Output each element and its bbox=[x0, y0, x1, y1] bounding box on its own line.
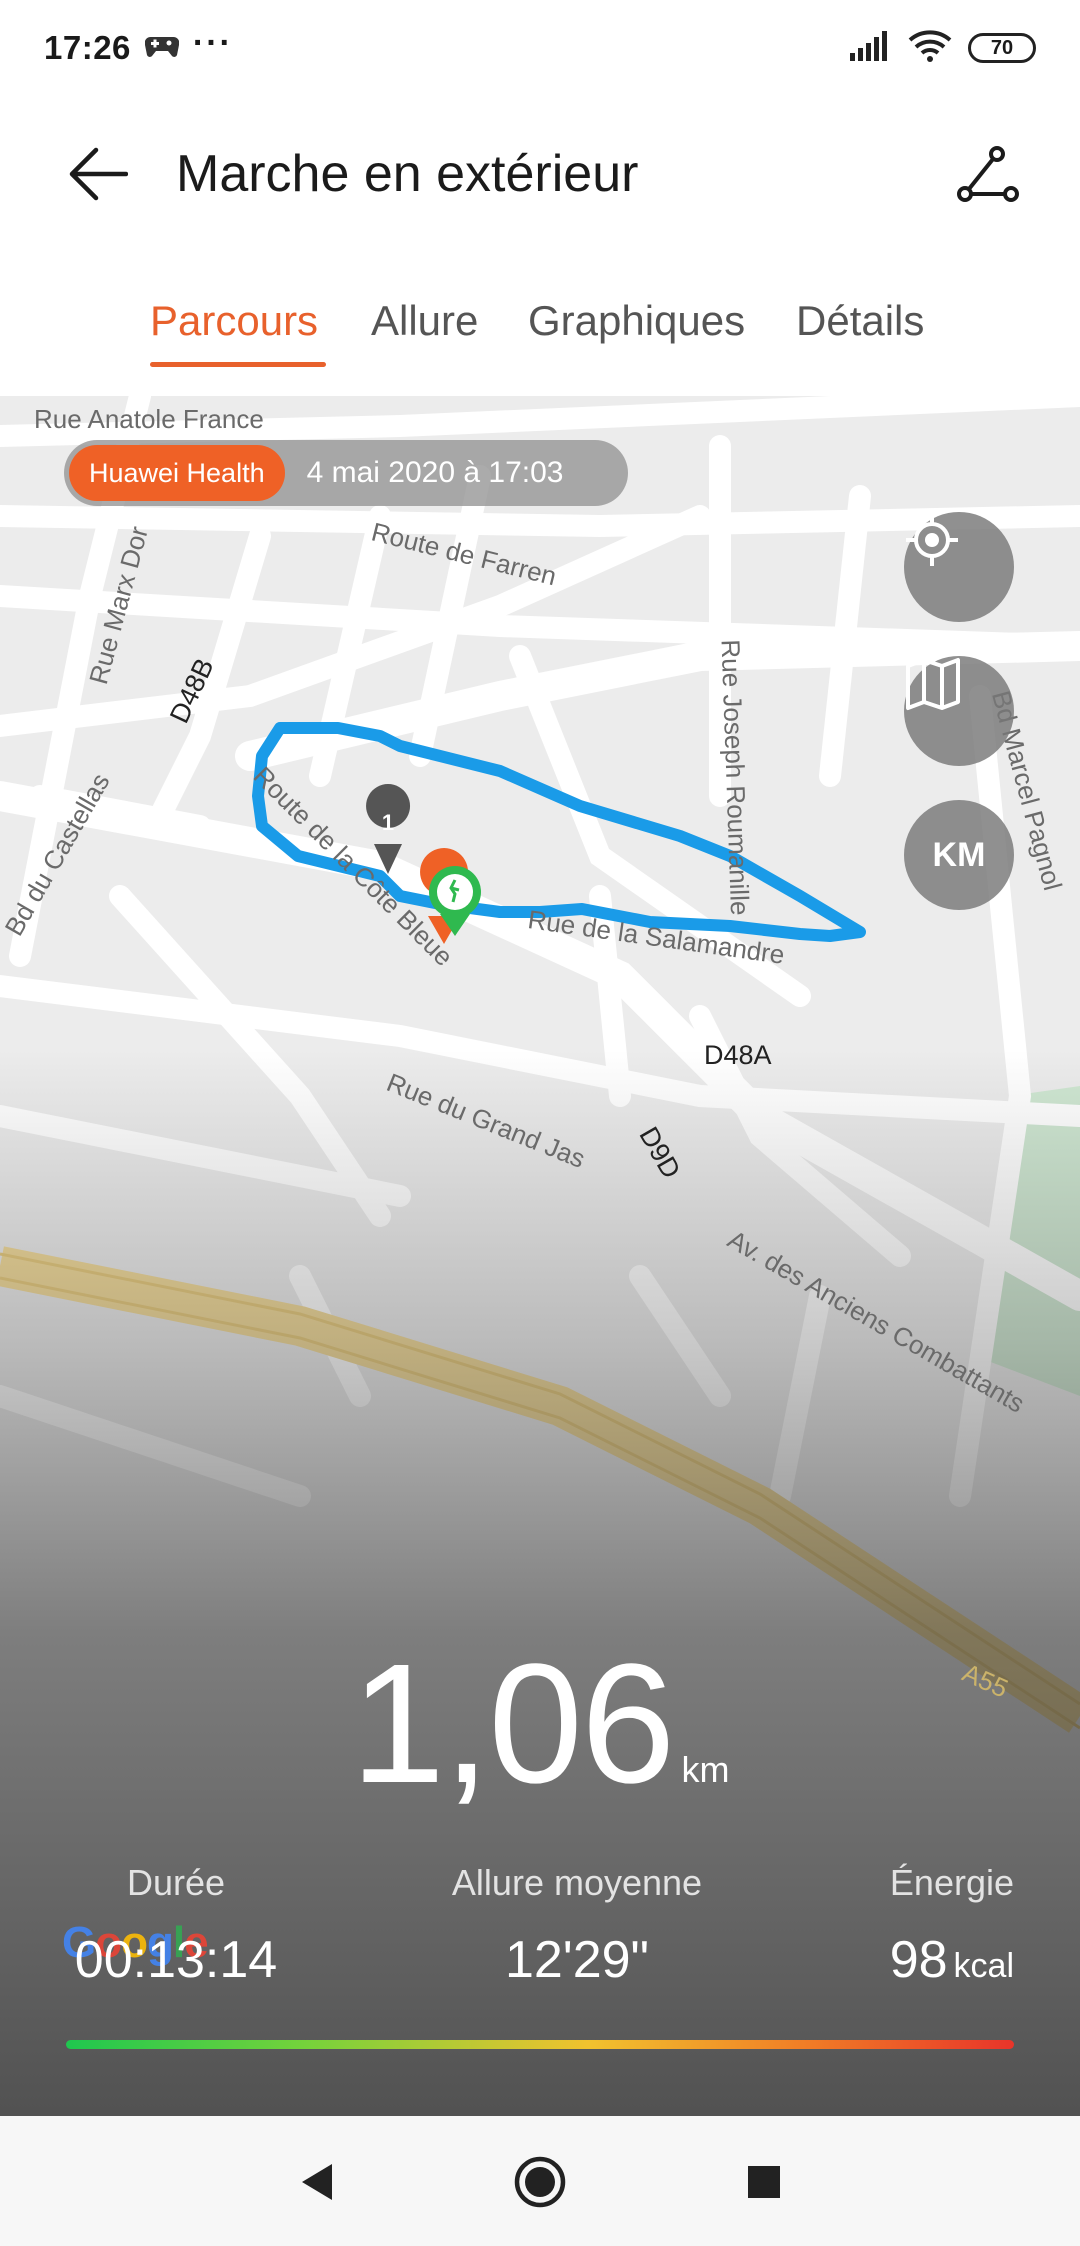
energy-unit: kcal bbox=[953, 1947, 1014, 1985]
triangle-back-icon bbox=[302, 2164, 332, 2200]
duration-label: Durée bbox=[126, 1862, 226, 1903]
distance-display: 1,06 km bbox=[0, 1626, 1080, 1822]
more-notifications-icon: ··· bbox=[192, 23, 233, 62]
circle-home-icon bbox=[514, 2156, 566, 2208]
tab-allure[interactable]: Allure bbox=[371, 286, 478, 356]
duration-value: 00:13:14 bbox=[74, 1931, 278, 1989]
arrow-left-icon bbox=[69, 147, 128, 201]
km-marker-number: 1 bbox=[381, 810, 395, 835]
street-label: Rue Anatole France bbox=[34, 404, 264, 434]
workout-date: 4 mai 2020 à 17:03 bbox=[306, 456, 564, 489]
pace-value: 12'29" bbox=[504, 1931, 650, 1989]
map-base bbox=[0, 396, 1080, 2116]
tab-details[interactable]: Détails bbox=[796, 286, 924, 356]
energy-value-row: 98 kcal bbox=[820, 1930, 1014, 1990]
signal-icon bbox=[850, 30, 892, 66]
tab-active-indicator bbox=[150, 362, 326, 367]
tab-graphiques[interactable]: Graphiques bbox=[528, 286, 745, 356]
source-tag: Huawei Health bbox=[69, 445, 285, 501]
map-icon bbox=[906, 658, 960, 710]
pace-color-bar bbox=[66, 2040, 1014, 2049]
units-km-button[interactable]: KM bbox=[904, 800, 1014, 910]
page-title: Marche en extérieur bbox=[176, 145, 639, 203]
battery-icon: 70 bbox=[968, 33, 1036, 63]
nav-home-button[interactable] bbox=[510, 2152, 570, 2212]
wifi-icon bbox=[908, 29, 952, 67]
route-icon bbox=[957, 146, 1019, 202]
pace-label: Allure moyenne bbox=[451, 1862, 703, 1903]
crosshair-icon bbox=[906, 514, 958, 566]
status-time: 17:26 bbox=[44, 29, 131, 66]
map-type-button[interactable] bbox=[904, 656, 1014, 766]
game-controller-icon bbox=[144, 33, 180, 64]
route-map[interactable]: Rue Anatole France Route de Farren Rue M… bbox=[0, 396, 1080, 2116]
square-recents-icon bbox=[748, 2166, 780, 2198]
source-date-pill: Huawei Health 4 mai 2020 à 17:03 bbox=[64, 440, 628, 506]
stat-duration-block: Durée 00:13:14 bbox=[66, 1862, 286, 1990]
stat-pace-block: Allure moyenne 12'29" bbox=[400, 1862, 754, 1990]
stat-energy-block: Énergie 98 kcal bbox=[820, 1862, 1014, 1990]
tab-bar: Parcours Allure Graphiques Détails bbox=[0, 286, 1080, 386]
locate-button[interactable] bbox=[904, 512, 1014, 622]
nav-back-button[interactable] bbox=[286, 2152, 346, 2212]
system-nav-bar bbox=[0, 2116, 1080, 2246]
back-button[interactable] bbox=[58, 134, 138, 214]
energy-label: Énergie bbox=[889, 1862, 1014, 1903]
distance-unit: km bbox=[681, 1749, 730, 1790]
distance-value: 1,06 bbox=[350, 1629, 676, 1819]
status-bar: 17:26 ··· 70 bbox=[0, 0, 1080, 96]
nav-recents-button[interactable] bbox=[734, 2152, 794, 2212]
road-code-label: D48A bbox=[704, 1040, 772, 1070]
energy-value: 98 bbox=[889, 1931, 948, 1989]
route-share-button[interactable] bbox=[948, 134, 1028, 214]
app-bar: Marche en extérieur bbox=[0, 96, 1080, 246]
tab-parcours[interactable]: Parcours bbox=[150, 286, 318, 356]
